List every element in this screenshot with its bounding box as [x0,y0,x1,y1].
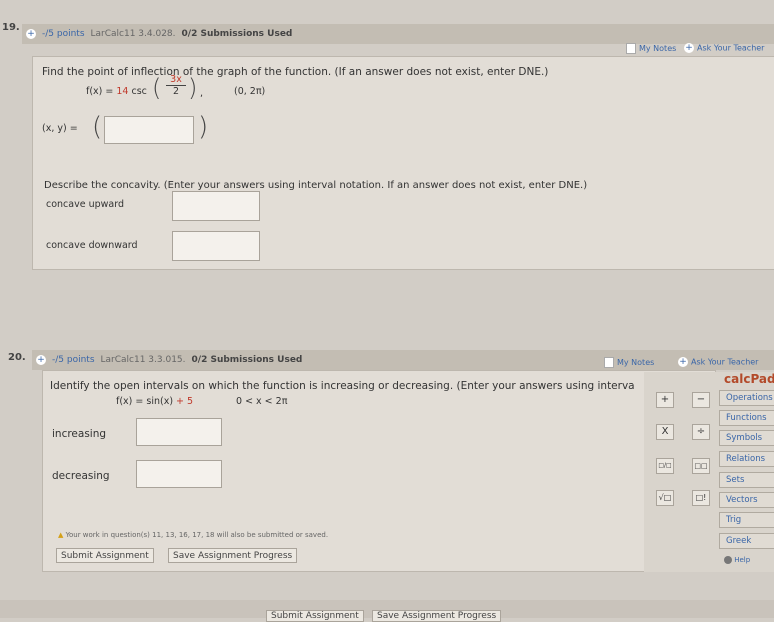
my-notes-link[interactable]: My Notes [604,357,654,368]
question-number: 19. [2,22,20,33]
fraction: 3x 2 [166,74,186,97]
function-expression: f(x) = sin(x) + 5 [116,396,194,407]
my-notes-link[interactable]: My Notes [626,43,676,54]
points-label: -/5 points [42,29,85,39]
sqrt-key[interactable]: √□ [656,490,674,506]
paren-right: ) [198,112,209,142]
question-number: 20. [8,352,26,363]
ask-teacher-link[interactable]: + Ask Your Teacher [680,43,764,53]
notes-icon [626,43,636,54]
tab-vectors[interactable]: Vectors [719,492,774,508]
ask-teacher-link[interactable]: + Ask Your Teacher [674,357,758,367]
divide-key[interactable]: ÷ [692,424,710,440]
paren-left: ( [92,112,103,142]
ask-icon: + [684,43,694,53]
question-source: LarCalc11 3.4.028. [90,29,176,39]
tab-greek[interactable]: Greek [719,533,774,549]
tab-sets[interactable]: Sets [719,472,774,488]
paren-left: ( [152,74,162,102]
question-header: + -/5 points LarCalc11 3.3.015. 0/2 Submiss… [32,350,774,370]
decreasing-label: decreasing [52,470,110,482]
concavity-prompt: Describe the concavity. (Enter your answ… [44,180,588,191]
submit-assignment-button[interactable]: Submit Assignment [56,548,154,563]
increasing-label: increasing [52,428,107,440]
interval-label: (0, 2π) [234,86,266,97]
function-expression: f(x) = 14 csc [86,86,147,97]
ask-icon: + [678,357,688,367]
tab-operations[interactable]: Operations [719,390,774,406]
plus-key[interactable]: + [656,392,674,408]
concave-up-label: concave upward [46,199,124,210]
warning-message: ▲ Your work in question(s) 11, 13, 16, 1… [58,531,329,539]
question-source: LarCalc11 3.3.015. [100,355,186,365]
footer-submit-button[interactable]: Submit Assignment [266,610,364,622]
fraction-key[interactable]: □/□ [656,458,674,474]
paren-right: ) [188,74,198,102]
save-progress-button[interactable]: Save Assignment Progress [168,548,298,563]
question-prompt: Identify the open intervals on which the… [50,380,635,392]
expand-icon[interactable]: + [36,354,46,365]
tab-trig[interactable]: Trig [719,512,774,528]
notes-icon [604,357,614,368]
submissions-used: 0/2 Submissions Used [191,355,303,365]
factorial-key[interactable]: □! [692,490,710,506]
increasing-input[interactable] [136,418,222,446]
xy-label: (x, y) = [42,123,78,134]
points-label: -/5 points [52,355,95,365]
tab-functions[interactable]: Functions [719,410,774,426]
exponent-key[interactable]: □□ [692,458,710,474]
minus-key[interactable]: − [692,392,710,408]
tab-symbols[interactable]: Symbols [719,430,774,446]
help-icon [724,556,732,564]
concave-down-input[interactable] [172,231,260,261]
calcpad-title: calcPad [724,372,774,386]
multiply-key[interactable]: X [656,424,674,440]
expand-icon[interactable]: + [26,28,36,39]
decreasing-input[interactable] [136,460,222,488]
concave-down-label: concave downward [46,240,138,251]
point-input[interactable] [104,116,194,144]
question-prompt: Find the point of inflection of the grap… [42,66,549,78]
question-header: + -/5 points LarCalc11 3.4.028. 0/2 Submiss… [22,24,774,44]
tab-relations[interactable]: Relations [719,451,774,467]
help-link[interactable]: Help [724,556,750,564]
concave-up-input[interactable] [172,191,260,221]
domain-label: 0 < x < 2π [236,396,288,407]
footer-save-button[interactable]: Save Assignment Progress [372,610,502,622]
submissions-used: 0/2 Submissions Used [181,29,293,39]
comma: , [200,88,204,99]
warning-icon: ▲ [58,531,64,539]
